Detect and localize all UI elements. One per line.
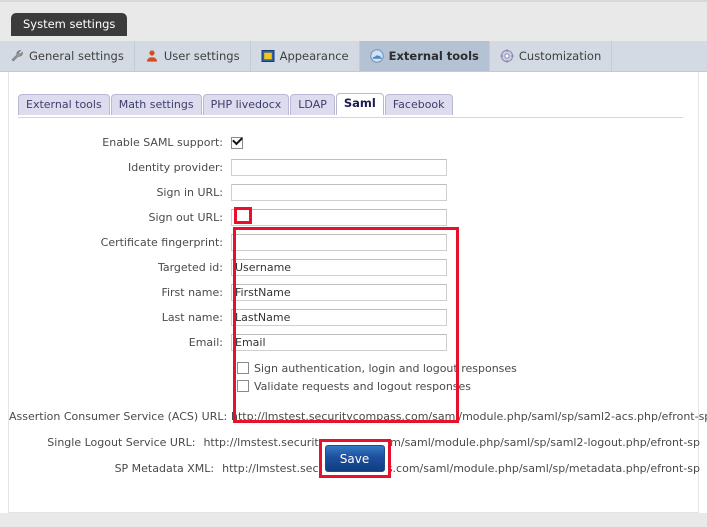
- field-label: Last name:: [9, 311, 231, 324]
- form-row: Email:: [9, 330, 700, 355]
- form-row: Identity provider:: [9, 155, 700, 180]
- field-input-first-name[interactable]: [231, 284, 447, 301]
- field-input-last-name[interactable]: [231, 309, 447, 326]
- window-tab-label: System settings: [23, 17, 115, 31]
- form-row: Sign in URL:: [9, 180, 700, 205]
- main-tab-label: Customization: [519, 49, 601, 63]
- gear-icon: [500, 49, 514, 63]
- field-label: Certificate fingerprint:: [9, 236, 231, 249]
- cloud-icon: [370, 49, 384, 63]
- footer-strip: [0, 513, 707, 527]
- url-row: Assertion Consumer Service (ACS) URL:htt…: [9, 403, 700, 429]
- content-panel: External toolsMath settingsPHP livedocxL…: [8, 72, 699, 513]
- form-row: First name:: [9, 280, 700, 305]
- option-label: Validate requests and logout responses: [254, 380, 471, 393]
- sub-tab-math-settings[interactable]: Math settings: [111, 94, 202, 115]
- url-label: Assertion Consumer Service (ACS) URL:: [9, 410, 231, 423]
- form-row: Sign out URL:: [9, 205, 700, 230]
- field-input-sign-out-url[interactable]: [231, 209, 447, 226]
- enable-saml-checkbox[interactable]: [231, 137, 243, 149]
- sub-tab-strip: External toolsMath settingsPHP livedocxL…: [18, 93, 454, 115]
- main-tab-appearance[interactable]: Appearance: [251, 41, 360, 71]
- option-label: Sign authentication, login and logout re…: [254, 362, 517, 375]
- main-tab-label: User settings: [164, 49, 240, 63]
- save-annotation-box: Save: [319, 439, 391, 478]
- main-tab-general-settings[interactable]: General settings: [0, 41, 135, 71]
- sub-tab-saml[interactable]: Saml: [336, 93, 384, 115]
- appearance-icon: [261, 49, 275, 63]
- field-input-email[interactable]: [231, 334, 447, 351]
- sub-tab-divider: [18, 117, 683, 118]
- main-tab-external-tools[interactable]: External tools: [360, 41, 490, 71]
- main-tab-label: External tools: [389, 49, 479, 63]
- sub-tab-ldap[interactable]: LDAP: [290, 94, 335, 115]
- field-label: Email:: [9, 336, 231, 349]
- form-row: Targeted id:: [9, 255, 700, 280]
- option-checkbox-1[interactable]: [237, 380, 249, 392]
- user-icon: [145, 49, 159, 63]
- window-tab-system-settings[interactable]: System settings: [11, 13, 127, 36]
- field-label: Identity provider:: [9, 161, 231, 174]
- field-input-targeted-id[interactable]: [231, 259, 447, 276]
- field-input-sign-in-url[interactable]: [231, 184, 447, 201]
- main-tab-label: General settings: [29, 49, 124, 63]
- field-input-identity-provider[interactable]: [231, 159, 447, 176]
- main-tab-label: Appearance: [280, 49, 349, 63]
- saml-settings-form: Enable SAML support: Identity provider: S…: [9, 130, 700, 481]
- save-area: Save: [9, 439, 700, 478]
- field-label: First name:: [9, 286, 231, 299]
- enable-saml-label: Enable SAML support:: [9, 136, 231, 149]
- main-tab-strip: General settings User settings Appearance E…: [0, 41, 707, 72]
- enable-saml-row: Enable SAML support:: [9, 130, 700, 155]
- field-label: Sign out URL:: [9, 211, 231, 224]
- option-row: Sign authentication, login and logout re…: [237, 359, 700, 377]
- main-tab-customization[interactable]: Customization: [490, 41, 612, 71]
- field-label: Sign in URL:: [9, 186, 231, 199]
- option-checkbox-0[interactable]: [237, 362, 249, 374]
- save-button[interactable]: Save: [325, 445, 385, 472]
- field-input-certificate-fingerprint[interactable]: [231, 234, 447, 251]
- field-label: Targeted id:: [9, 261, 231, 274]
- form-row: Certificate fingerprint:: [9, 230, 700, 255]
- main-tab-user-settings[interactable]: User settings: [135, 41, 251, 71]
- form-row: Last name:: [9, 305, 700, 330]
- sub-tab-php-livedocx[interactable]: PHP livedocx: [203, 94, 290, 115]
- url-value: http://lmstest.securitycompass.com/saml/…: [231, 410, 707, 423]
- wrench-icon: [10, 49, 24, 63]
- content-area: External toolsMath settingsPHP livedocxL…: [0, 72, 707, 513]
- sub-tab-facebook[interactable]: Facebook: [385, 94, 453, 115]
- option-row: Validate requests and logout responses: [237, 377, 700, 395]
- window-top-bar: System settings: [0, 0, 707, 43]
- sub-tab-external-tools[interactable]: External tools: [18, 94, 110, 115]
